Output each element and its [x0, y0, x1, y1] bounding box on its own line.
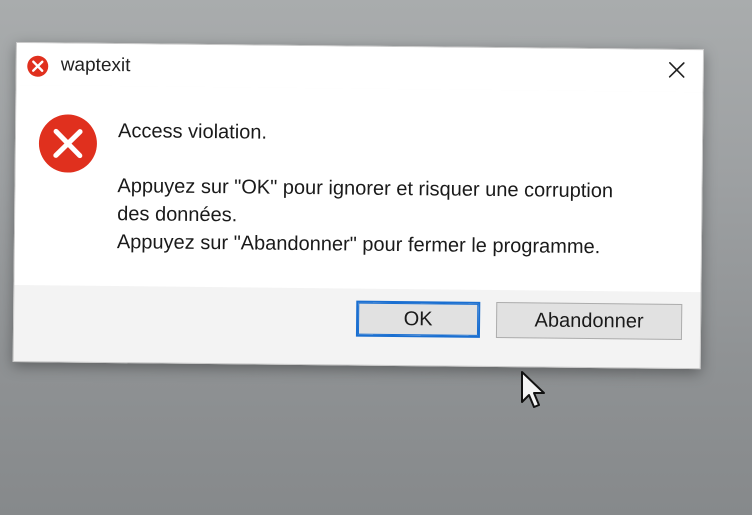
large-error-icon	[38, 114, 97, 173]
ok-button[interactable]: OK	[355, 300, 481, 338]
message-body: Appuyez sur "OK" pour ignorer et risquer…	[117, 172, 688, 262]
message-title: Access violation.	[117, 120, 268, 144]
error-dialog: waptexit Access violation. Appuyez sur "…	[12, 42, 704, 370]
close-icon[interactable]	[661, 57, 693, 85]
abandon-button[interactable]: Abandonner	[495, 302, 683, 340]
dialog-title: waptexit	[60, 54, 131, 77]
message-line: Appuyez sur "Abandonner" pour fermer le …	[116, 231, 601, 259]
mouse-cursor-icon	[521, 371, 545, 408]
error-icon	[27, 55, 49, 77]
dialog-titlebar[interactable]: waptexit	[16, 43, 703, 93]
